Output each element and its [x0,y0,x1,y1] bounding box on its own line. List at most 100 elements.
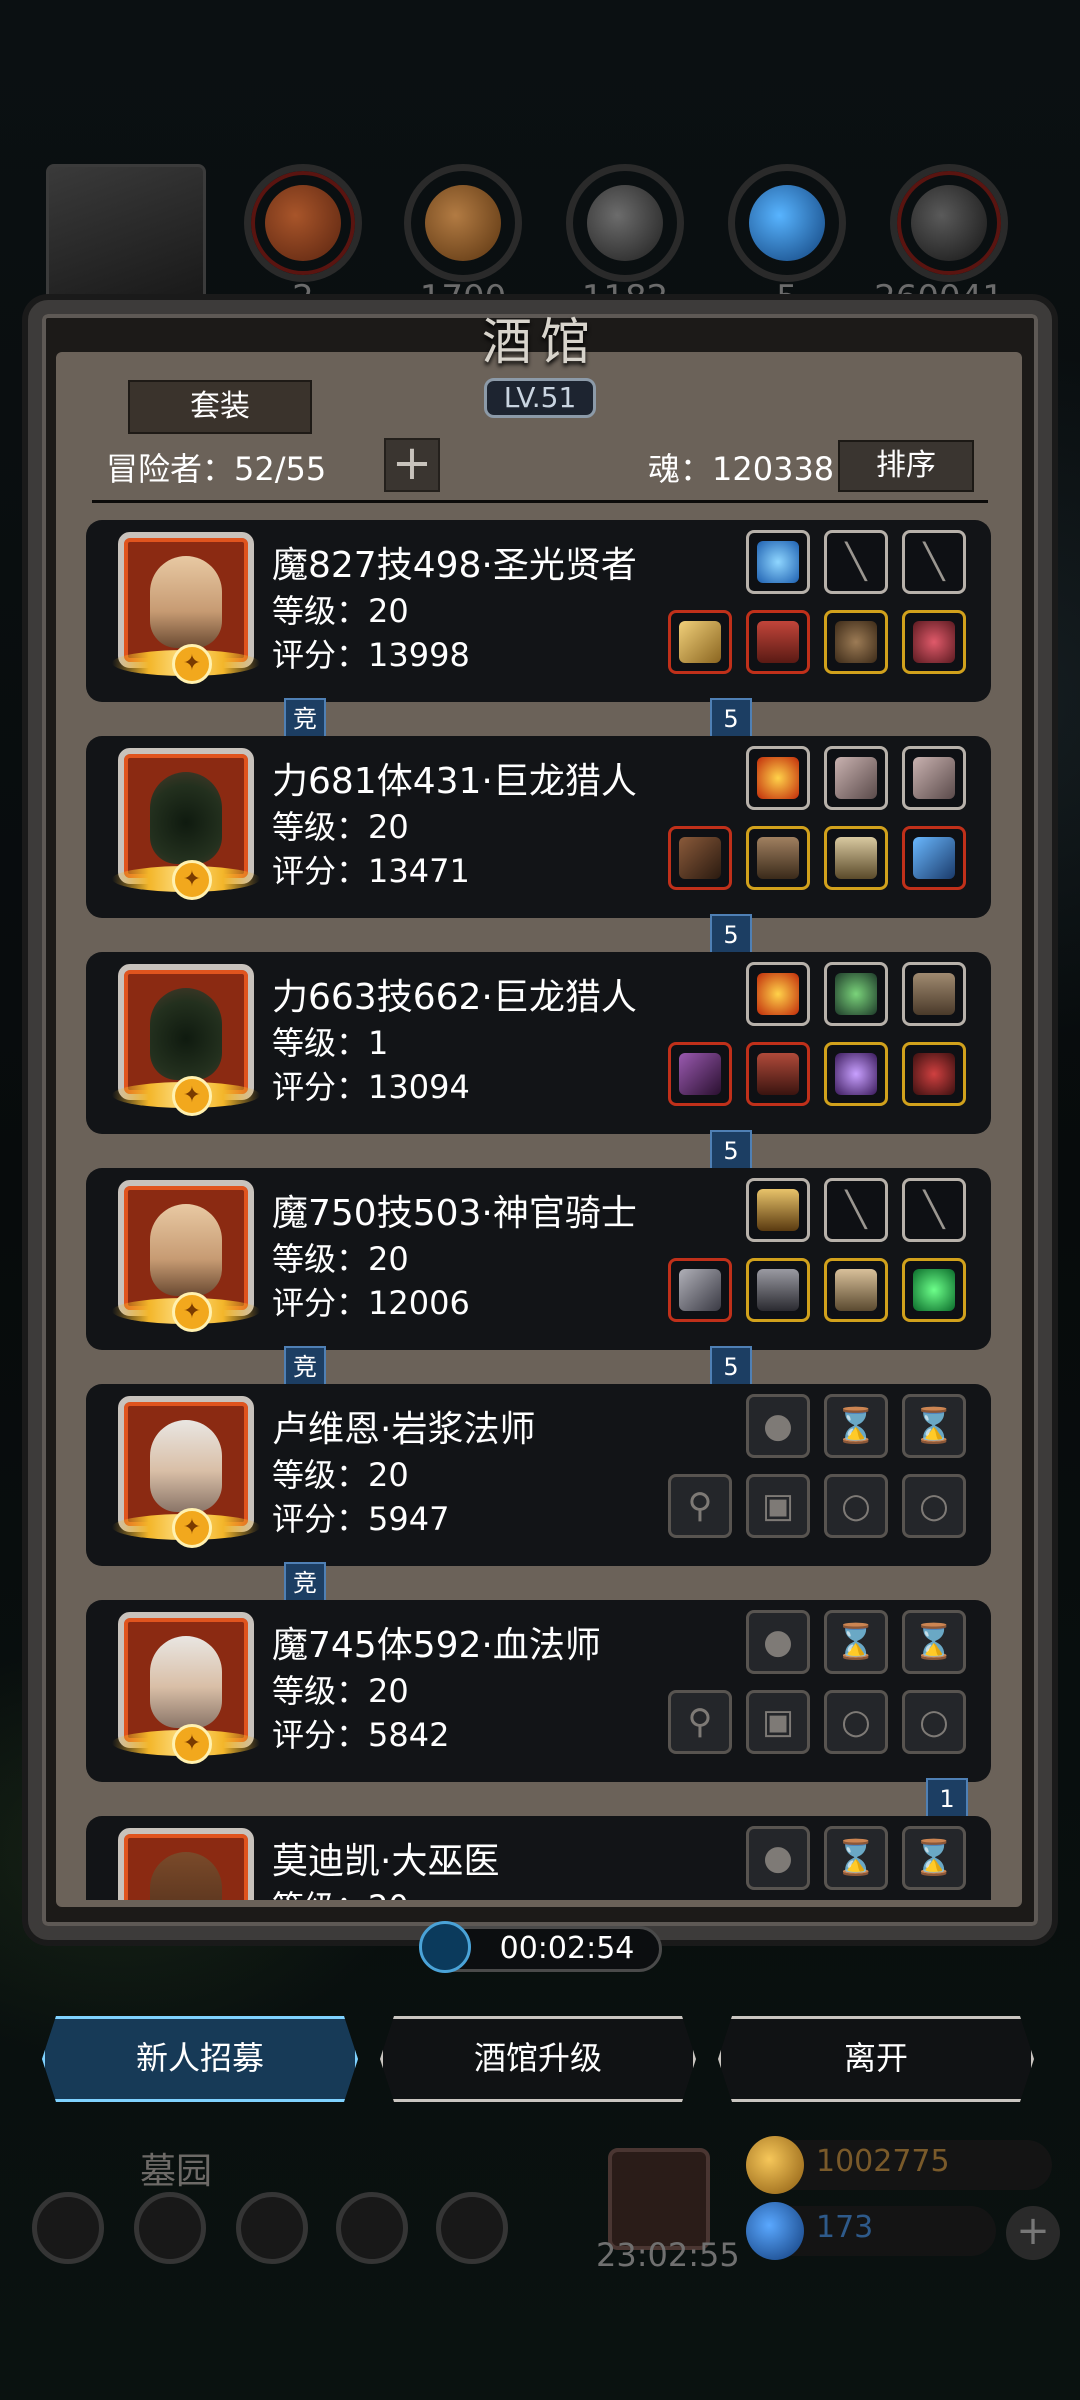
fire-orb-icon[interactable] [746,746,810,810]
hero-face [150,1204,222,1296]
empty-slot-icon[interactable]: ╲ [824,530,888,594]
hero-portrait: ✦ [112,748,260,900]
hero-card[interactable]: ✦ 魔750技503·神官骑士 等级：20 评分：12006 ╲ ╲ [86,1168,991,1350]
blue-bracer-icon[interactable] [902,826,966,890]
hero-level: 等级：20 [272,1672,409,1710]
leave-button[interactable]: 离开 [718,2016,1034,2102]
refresh-timer: 00:02:54 [419,1921,662,1973]
gift-timer: 23:02:55 [596,2236,740,2274]
red-armor-icon[interactable] [746,610,810,674]
leather-armor-icon[interactable] [902,962,966,1026]
castle-icon [236,2192,308,2264]
hero-card[interactable]: ✦ 卢维恩·岩浆法师 等级：20 评分：5947 ● ⌛ ⌛ ⚲ ▣ ○ ○ [86,1384,991,1566]
hourglass-slot-icon[interactable]: ⌛ [824,1394,888,1458]
adventurer-count: 冒险者：52/55 [106,450,327,488]
hero-card[interactable]: ✦ 力663技662·巨龙猎人 等级：1 评分：13094 [86,952,991,1134]
gold-value: 1002775 [816,2144,950,2179]
hourglass-slot-icon[interactable]: ⌛ [902,1826,966,1890]
hero-portrait: ✦ [118,1828,254,1900]
gold-coin-icon [746,2136,804,2194]
hero-level: 等级：1 [272,1024,389,1062]
feather-icon[interactable] [824,746,888,810]
settings-icon [32,2192,104,2264]
drop-slot-icon[interactable]: ● [746,1826,810,1890]
drop-slot-icon[interactable]: ● [746,1394,810,1458]
leather-resource-icon [244,164,362,282]
rank-star-icon: ✦ [172,1724,212,1764]
armor-slot-icon[interactable]: ▣ [746,1474,810,1538]
blue-orb-icon[interactable] [746,530,810,594]
helmet-armor-icon[interactable] [746,1258,810,1322]
add-slot-button[interactable]: + [384,438,440,492]
armor-slot-icon[interactable]: ▣ [746,1690,810,1754]
heart-amulet-icon[interactable] [902,610,966,674]
hero-face [150,1852,222,1900]
rifle-icon[interactable] [668,826,732,890]
soul-count: 魂：120338 [648,450,835,488]
hourglass-slot-icon[interactable]: ⌛ [824,1610,888,1674]
gold-cuirass-icon[interactable] [824,1258,888,1322]
purple-rifle-icon[interactable] [668,1042,732,1106]
staff-slot-icon[interactable]: ⚲ [668,1690,732,1754]
ring-slot-icon[interactable]: ○ [902,1690,966,1754]
rank-star-icon: ✦ [172,644,212,684]
rank-star-icon: ✦ [172,1076,212,1116]
empty-slot-icon[interactable]: ╲ [902,530,966,594]
hero-face [150,1420,222,1512]
hero-face [150,556,222,648]
empty-slot-icon[interactable]: ╲ [824,1178,888,1242]
red-plate-armor-icon[interactable] [746,1042,810,1106]
gem-counter: 173 [746,2202,996,2260]
star-icon [134,2192,206,2264]
ring-slot-icon[interactable]: ○ [824,1474,888,1538]
gold-belt-icon[interactable] [824,826,888,890]
hourglass-slot-icon[interactable]: ⌛ [824,1826,888,1890]
hero-face [150,772,222,864]
recruit-button[interactable]: 新人招募 [42,2016,358,2102]
hero-name: 魔750技503·神官骑士 [272,1193,637,1234]
hero-card[interactable]: ✦ 魔827技498·圣光贤者 等级：20 评分：13998 ╲ ╲ [86,520,991,702]
iron-resource-icon [566,164,684,282]
red-amulet-icon[interactable] [902,1042,966,1106]
green-gem-emblem-icon[interactable] [824,962,888,1026]
purple-ring-icon[interactable] [824,1042,888,1106]
suit-button[interactable]: 套装 [128,380,312,434]
hero-score: 评分：5842 [272,1716,450,1754]
hero-score: 评分：12006 [272,1284,470,1322]
upgrade-tavern-button[interactable]: 酒馆升级 [380,2016,696,2102]
ring-slot-icon[interactable]: ○ [824,1690,888,1754]
green-gem-icon[interactable] [902,1258,966,1322]
mail-icon [336,2192,408,2264]
rank-star-icon: ✦ [172,1508,212,1548]
wood-resource-icon [404,164,522,282]
hero-portrait: ✦ [112,964,260,1116]
mask-icon[interactable] [824,610,888,674]
hero-card[interactable]: ✦ 力681体431·巨龙猎人 等级：20 评分：13471 [86,736,991,918]
timer-text: 00:02:54 [499,1931,635,1966]
hourglass-slot-icon[interactable]: ⌛ [902,1394,966,1458]
hero-card[interactable]: ✦莫迪凯·大巫医等级：20●⌛⌛ [86,1816,991,1900]
hero-score: 评分：13471 [272,852,470,890]
fire-orb-icon[interactable] [746,962,810,1026]
ring-slot-icon[interactable]: ○ [902,1474,966,1538]
drop-slot-icon[interactable]: ● [746,1610,810,1674]
empty-slot-icon[interactable]: ╲ [902,1178,966,1242]
hero-level: 等级：20 [272,1882,409,1900]
war-hammer-icon[interactable] [668,1258,732,1322]
rank-star-icon: ✦ [172,860,212,900]
hero-name: 力681体431·巨龙猎人 [272,761,637,802]
hourglass-slot-icon[interactable]: ⌛ [902,1610,966,1674]
gold-armor-icon[interactable] [746,826,810,890]
feather-icon[interactable] [902,746,966,810]
gold-shield-icon[interactable] [746,1178,810,1242]
staff-slot-icon[interactable]: ⚲ [668,1474,732,1538]
hero-card[interactable]: ✦ 魔745体592·血法师 等级：20 评分：5842 ● ⌛ ⌛ ⚲ ▣ ○ ○ [86,1600,991,1782]
hero-name: 力663技662·巨龙猎人 [272,977,637,1018]
gem-icon [746,2202,804,2260]
golden-hammer-icon[interactable] [668,610,732,674]
rank-star-icon: ✦ [172,1292,212,1332]
graveyard-label: 墓园 [140,2151,213,2192]
sort-button[interactable]: 排序 [838,440,974,492]
hero-score: 评分：13998 [272,636,470,674]
hero-list[interactable]: ✦ 魔827技498·圣光贤者 等级：20 评分：13998 ╲ ╲ 竞 5 ✦ 力681体431… [86,514,996,1900]
